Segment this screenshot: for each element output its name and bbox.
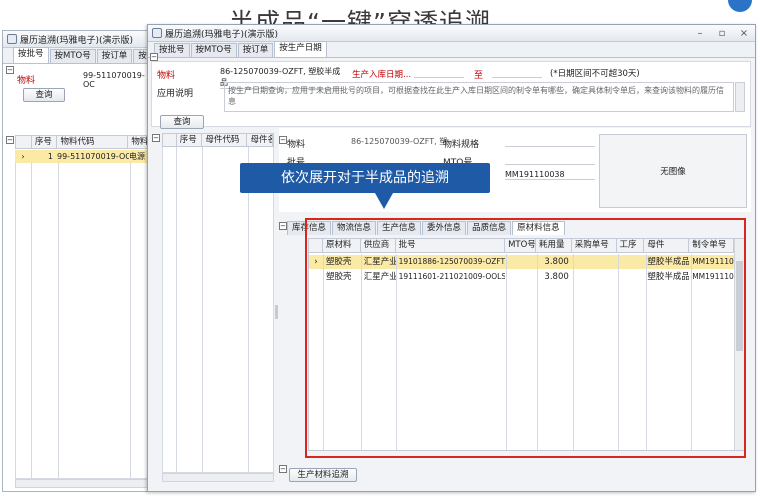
- tab-by-order[interactable]: 按订单: [96, 49, 133, 63]
- back-grid-header: 序号 物料代码 物料: [15, 135, 154, 149]
- no-image-placeholder: 无图像: [599, 134, 747, 208]
- date-to-field[interactable]: [492, 66, 542, 78]
- date-to-label: 至: [474, 71, 484, 81]
- maximize-icon[interactable]: ▫: [711, 28, 733, 39]
- collapse-toggle-icon[interactable]: −: [279, 136, 287, 144]
- query-button[interactable]: 查询: [160, 115, 204, 129]
- app-icon: [152, 28, 162, 38]
- back-window-titlebar: 履历追溯(玛雅电子)(演示版): [3, 31, 153, 48]
- back-window-tabs: 按批号 按MTO号 按订单 按生产: [3, 47, 169, 64]
- date-label[interactable]: 生产入库日期...: [352, 68, 411, 80]
- material-value[interactable]: 99-511070019-OC: [83, 71, 153, 89]
- left-grid-body: [162, 147, 274, 473]
- corner-decoration: [728, 0, 752, 12]
- row-code: 99-511070019-OOTL: [57, 152, 129, 161]
- highlight-box: [305, 218, 746, 458]
- date-note: (*日期区间不可超30天): [550, 69, 640, 79]
- back-window: 履历追溯(玛雅电子)(演示版) 按批号 按MTO号 按订单 按生产 − 物料 9…: [2, 30, 169, 492]
- info-material-value: 86-125070039-OZFT, 塑: [351, 137, 448, 146]
- front-window-titlebar: 履历追溯(玛雅电子)(演示版) – ▫ ×: [148, 25, 755, 42]
- col-parent-name: 母件名: [247, 134, 274, 146]
- table-row[interactable]: › 1 99-511070019-OOTL 电源: [15, 150, 154, 163]
- collapse-toggle-icon[interactable]: −: [279, 222, 287, 230]
- splitter-handle[interactable]: [275, 305, 278, 319]
- info-spec-field: [505, 136, 595, 147]
- col-material-code: 物料代码: [57, 136, 129, 148]
- info-mto-field: [505, 154, 595, 165]
- usage-textarea[interactable]: 按生产日期查询，应用于未启用批号的项目，可根据查找在此生产入库日期区间的制令单有…: [224, 82, 734, 112]
- row-pointer-icon: ›: [21, 152, 25, 161]
- close-icon[interactable]: ×: [733, 28, 755, 39]
- usage-label: 应用说明: [157, 89, 194, 99]
- col-seq: 序号: [32, 136, 58, 148]
- col-parent-code: 母件代码: [202, 134, 248, 146]
- app-icon: [7, 34, 17, 44]
- tab-by-mto[interactable]: 按MTO号: [49, 49, 96, 63]
- date-from-field[interactable]: [414, 66, 464, 78]
- material-label: 物料: [17, 76, 36, 86]
- col-seq: 序号: [177, 134, 203, 146]
- back-hscrollbar[interactable]: [15, 479, 154, 488]
- collapse-toggle-icon[interactable]: −: [6, 136, 14, 144]
- left-grid-header: 序号 母件代码 母件名: [162, 133, 274, 147]
- collapse-toggle-icon[interactable]: −: [150, 53, 158, 61]
- minimize-icon[interactable]: –: [689, 28, 711, 39]
- collapse-toggle-icon[interactable]: −: [152, 134, 160, 142]
- tab-by-production-date[interactable]: 按生产日期: [274, 41, 327, 57]
- collapse-toggle-icon[interactable]: −: [6, 66, 14, 74]
- filter-panel: 物料 86-125070039-OZFT, 塑胶半成品 生产入库日期... 至 …: [151, 61, 751, 127]
- row-seq: 1: [47, 152, 53, 161]
- production-material-trace-button[interactable]: 生产材料追溯: [289, 468, 357, 482]
- back-window-title: 履历追溯(玛雅电子)(演示版): [20, 35, 134, 46]
- tab-by-batch[interactable]: 按批号: [154, 43, 190, 57]
- left-hscrollbar[interactable]: [162, 473, 274, 482]
- tab-by-order[interactable]: 按订单: [237, 43, 274, 57]
- front-window-tabs: 按批号 按MTO号 按订单 按生产日期: [148, 41, 755, 58]
- query-button[interactable]: 查询: [23, 88, 65, 102]
- callout-pointer: [375, 193, 393, 209]
- back-grid-body: [15, 163, 154, 479]
- front-window-title: 履历追溯(玛雅电子)(演示版): [165, 29, 279, 40]
- callout-banner: 依次展开对于半成品的追溯: [240, 163, 490, 193]
- info-spec-label: 物料规格: [443, 140, 480, 150]
- info-order-value: MM191110038: [505, 170, 595, 180]
- tab-by-batch[interactable]: 按批号: [13, 47, 49, 63]
- collapse-toggle-icon[interactable]: −: [279, 465, 287, 473]
- info-material-label: 物料: [287, 140, 306, 150]
- usage-scrollbar[interactable]: [735, 82, 745, 112]
- tab-by-mto[interactable]: 按MTO号: [190, 43, 237, 57]
- material-label: 物料: [157, 71, 176, 81]
